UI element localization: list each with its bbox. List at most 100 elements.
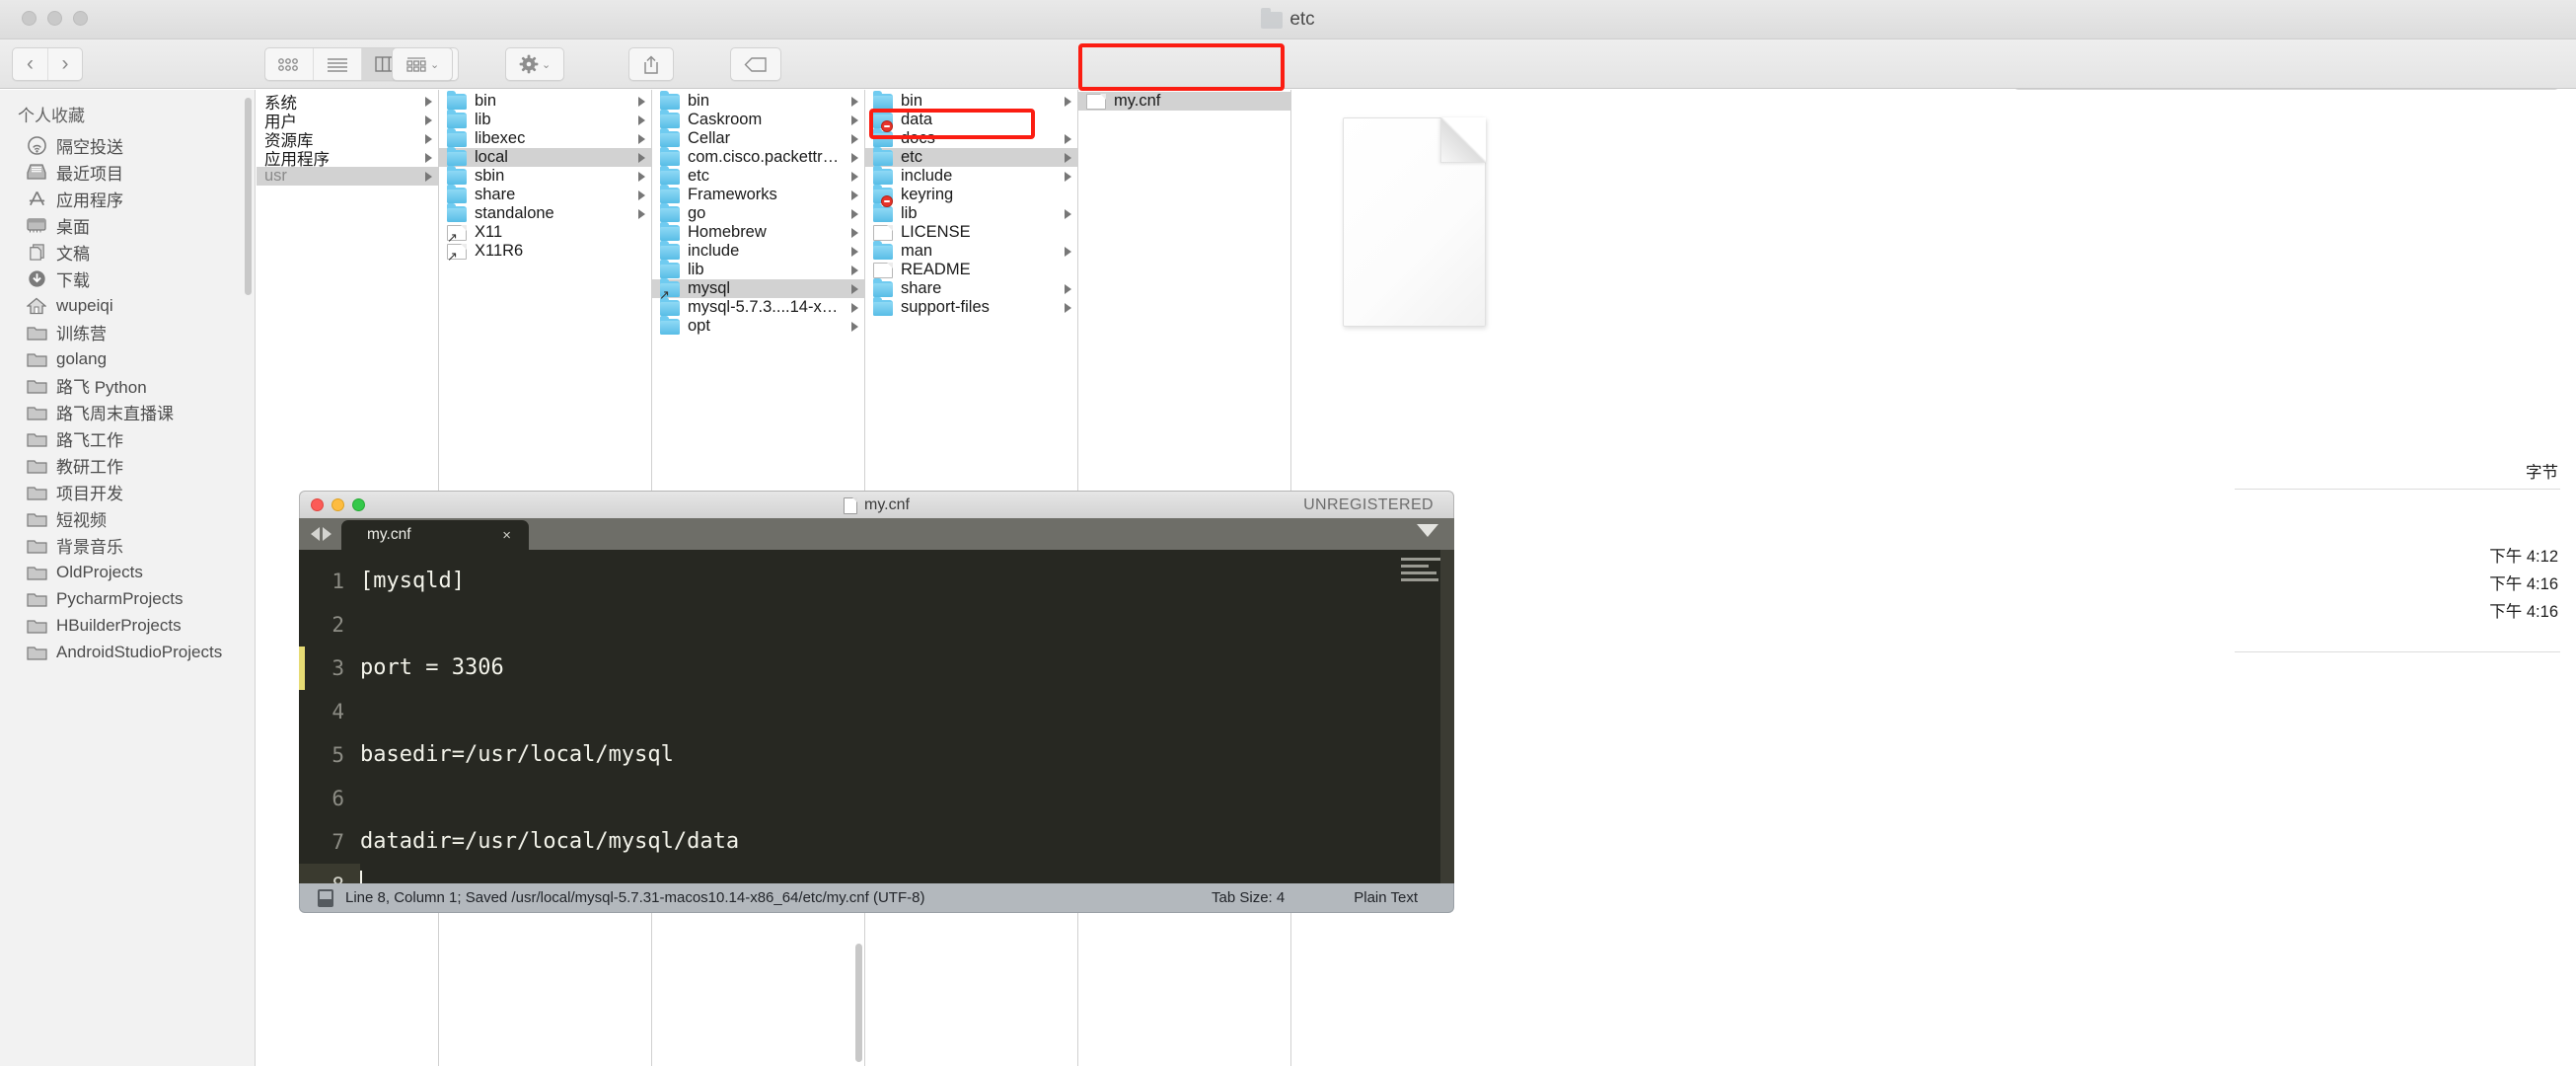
column-item-lib[interactable]: lib <box>652 259 864 279</box>
sidebar-item-19[interactable]: AndroidStudioProjects <box>0 639 255 665</box>
sidebar-item-14[interactable]: 短视频 <box>0 505 255 532</box>
sidebar-item-6[interactable]: wupeiqi <box>0 292 255 319</box>
arrange-group[interactable]: ⌄ <box>392 47 454 81</box>
sidebar-item-13[interactable]: 项目开发 <box>0 479 255 505</box>
editor-tab-my-cnf[interactable]: my.cnf × <box>341 520 529 550</box>
sidebar-item-label: 下载 <box>56 271 90 290</box>
triangle-right-icon[interactable] <box>323 527 331 541</box>
sidebar-scrollbar[interactable] <box>245 98 252 295</box>
arrange-button[interactable]: ⌄ <box>393 48 452 80</box>
column-item-libexec[interactable]: libexec <box>439 127 651 148</box>
column-item-x11r6[interactable]: ↗ X11R6 <box>439 242 651 263</box>
column-item-my-cnf[interactable]: my.cnf <box>1078 92 1290 111</box>
sidebar-item-4[interactable]: 文稿 <box>0 239 255 266</box>
editor-tab-nav[interactable] <box>311 518 331 550</box>
share-group[interactable] <box>628 47 674 81</box>
sidebar-item-18[interactable]: HBuilderProjects <box>0 612 255 639</box>
sidebar-item-5[interactable]: 下载 <box>0 266 255 292</box>
disclosure-arrow-icon <box>851 208 858 219</box>
column-item-standalone[interactable]: standalone <box>439 202 651 223</box>
sidebar-item-9[interactable]: 路飞 Python <box>0 372 255 399</box>
tags-button[interactable] <box>731 48 780 80</box>
column-item-opt[interactable]: opt <box>652 315 864 336</box>
folder-icon <box>447 127 467 147</box>
disclosure-arrow-icon <box>851 133 858 144</box>
column-item-go[interactable]: go <box>652 202 864 223</box>
triangle-left-icon[interactable] <box>311 527 320 541</box>
editor-code-area[interactable]: [mysqld] port = 3306 basedir=/usr/local/my… <box>360 550 1454 883</box>
column-scrollbar[interactable] <box>855 944 862 1062</box>
sublime-text-window[interactable]: my.cnf UNREGISTERED my.cnf × 1 2 3 4 5 6 7 8 [m… <box>299 491 1454 913</box>
finder-sidebar[interactable]: 个人收藏 隔空投送 最近项目 应用程序 桌面 文稿 下载 wupeiqi 训练营 golang 路… <box>0 90 256 1066</box>
column-item-caskroom[interactable]: Caskroom <box>652 109 864 129</box>
forward-button[interactable]: › <box>47 48 82 80</box>
editor-body[interactable]: 1 2 3 4 5 6 7 8 [mysqld] port = 3306 basedir=/usr… <box>299 550 1454 883</box>
editor-scrollbar[interactable] <box>1440 550 1454 883</box>
column-item-support-files[interactable]: support-files <box>865 296 1077 317</box>
action-gear-button[interactable]: ⌄ <box>506 48 563 80</box>
column-item-cellar[interactable]: Cellar <box>652 127 864 148</box>
triangle-down-icon[interactable] <box>1417 524 1438 537</box>
column-item-x11[interactable]: ↗ X11 <box>439 223 651 244</box>
sidebar-item-1[interactable]: 最近项目 <box>0 159 255 186</box>
sidebar-toggle-icon[interactable] <box>318 888 333 907</box>
navigation-buttons[interactable]: ‹ › <box>12 47 83 81</box>
sidebar-item-8[interactable]: golang <box>0 345 255 372</box>
column-item-lib[interactable]: lib <box>865 202 1077 223</box>
sidebar-item-16[interactable]: OldProjects <box>0 559 255 585</box>
sidebar-item-7[interactable]: 训练营 <box>0 319 255 345</box>
editor-minimap[interactable] <box>1401 558 1444 597</box>
column-item-frameworks[interactable]: Frameworks <box>652 184 864 204</box>
column-item-man[interactable]: man <box>865 240 1077 261</box>
column-item-local[interactable]: local <box>439 146 651 167</box>
column-item-etc[interactable]: etc <box>652 165 864 186</box>
column-item-lib[interactable]: lib <box>439 109 651 129</box>
sidebar-item-15[interactable]: 背景音乐 <box>0 532 255 559</box>
column-item-homebrew[interactable]: Homebrew <box>652 221 864 242</box>
sidebar-item-2[interactable]: 应用程序 <box>0 186 255 212</box>
action-group[interactable]: ⌄ <box>505 47 565 81</box>
column-item-include[interactable]: include <box>865 165 1077 186</box>
column-item-mysql-5-7-3-14-x86-64[interactable]: mysql-5.7.3....14-x86_64 <box>652 296 864 317</box>
column-item-com-cisco-packettracer[interactable]: com.cisco.packettracer <box>652 146 864 167</box>
sidebar-item-11[interactable]: 路飞工作 <box>0 425 255 452</box>
editor-tab-size[interactable]: Tab Size: 4 <box>1212 889 1285 906</box>
chevron-left-icon: ‹ <box>27 52 34 75</box>
column-item-data[interactable]: data <box>865 109 1077 132</box>
sidebar-item-17[interactable]: PycharmProjects <box>0 585 255 612</box>
list-view-button[interactable] <box>313 48 361 80</box>
column-item-license[interactable]: LICENSE <box>865 223 1077 242</box>
column-item-etc[interactable]: etc <box>865 146 1077 167</box>
sidebar-list[interactable]: 隔空投送 最近项目 应用程序 桌面 文稿下载 wupeiqi 训练营 golang 路飞 Pyt… <box>0 132 255 665</box>
column-item-docs[interactable]: docs <box>865 127 1077 148</box>
icon-view-button[interactable] <box>265 48 313 80</box>
column-item-usr[interactable]: usr <box>257 167 438 186</box>
close-icon[interactable]: × <box>463 527 511 544</box>
column-item-label: 应用程序 <box>264 150 330 169</box>
column-item-label: local <box>475 148 508 166</box>
column-item-bin[interactable]: bin <box>865 90 1077 111</box>
column-item-mysql[interactable]: ↗ mysql <box>652 277 864 301</box>
share-button[interactable] <box>629 48 673 80</box>
column-item-sbin[interactable]: sbin <box>439 165 651 186</box>
column-item--[interactable]: 应用程序 <box>257 148 438 169</box>
column-item-share[interactable]: share <box>439 184 651 204</box>
column-item-bin[interactable]: bin <box>439 90 651 111</box>
column-item-share[interactable]: share <box>865 277 1077 298</box>
disclosure-arrow-icon <box>638 171 645 182</box>
column-item-readme[interactable]: README <box>865 261 1077 279</box>
tags-group[interactable] <box>730 47 781 81</box>
editor-tabbar[interactable]: my.cnf × <box>299 518 1454 550</box>
column-item-include[interactable]: include <box>652 240 864 261</box>
sidebar-item-0[interactable]: 隔空投送 <box>0 132 255 159</box>
sidebar-item-3[interactable]: 桌面 <box>0 212 255 239</box>
code-line-text: basedir=/usr/local/mysql <box>360 742 674 767</box>
editor-syntax[interactable]: Plain Text <box>1354 889 1418 906</box>
sidebar-item-10[interactable]: 路飞周末直播课 <box>0 399 255 425</box>
sidebar-item-12[interactable]: 教研工作 <box>0 452 255 479</box>
column-item-keyring[interactable]: keyring <box>865 184 1077 207</box>
back-button[interactable]: ‹ <box>13 48 47 80</box>
column-item-label: man <box>901 242 933 260</box>
folder-icon <box>26 536 47 555</box>
column-item-bin[interactable]: bin <box>652 90 864 111</box>
